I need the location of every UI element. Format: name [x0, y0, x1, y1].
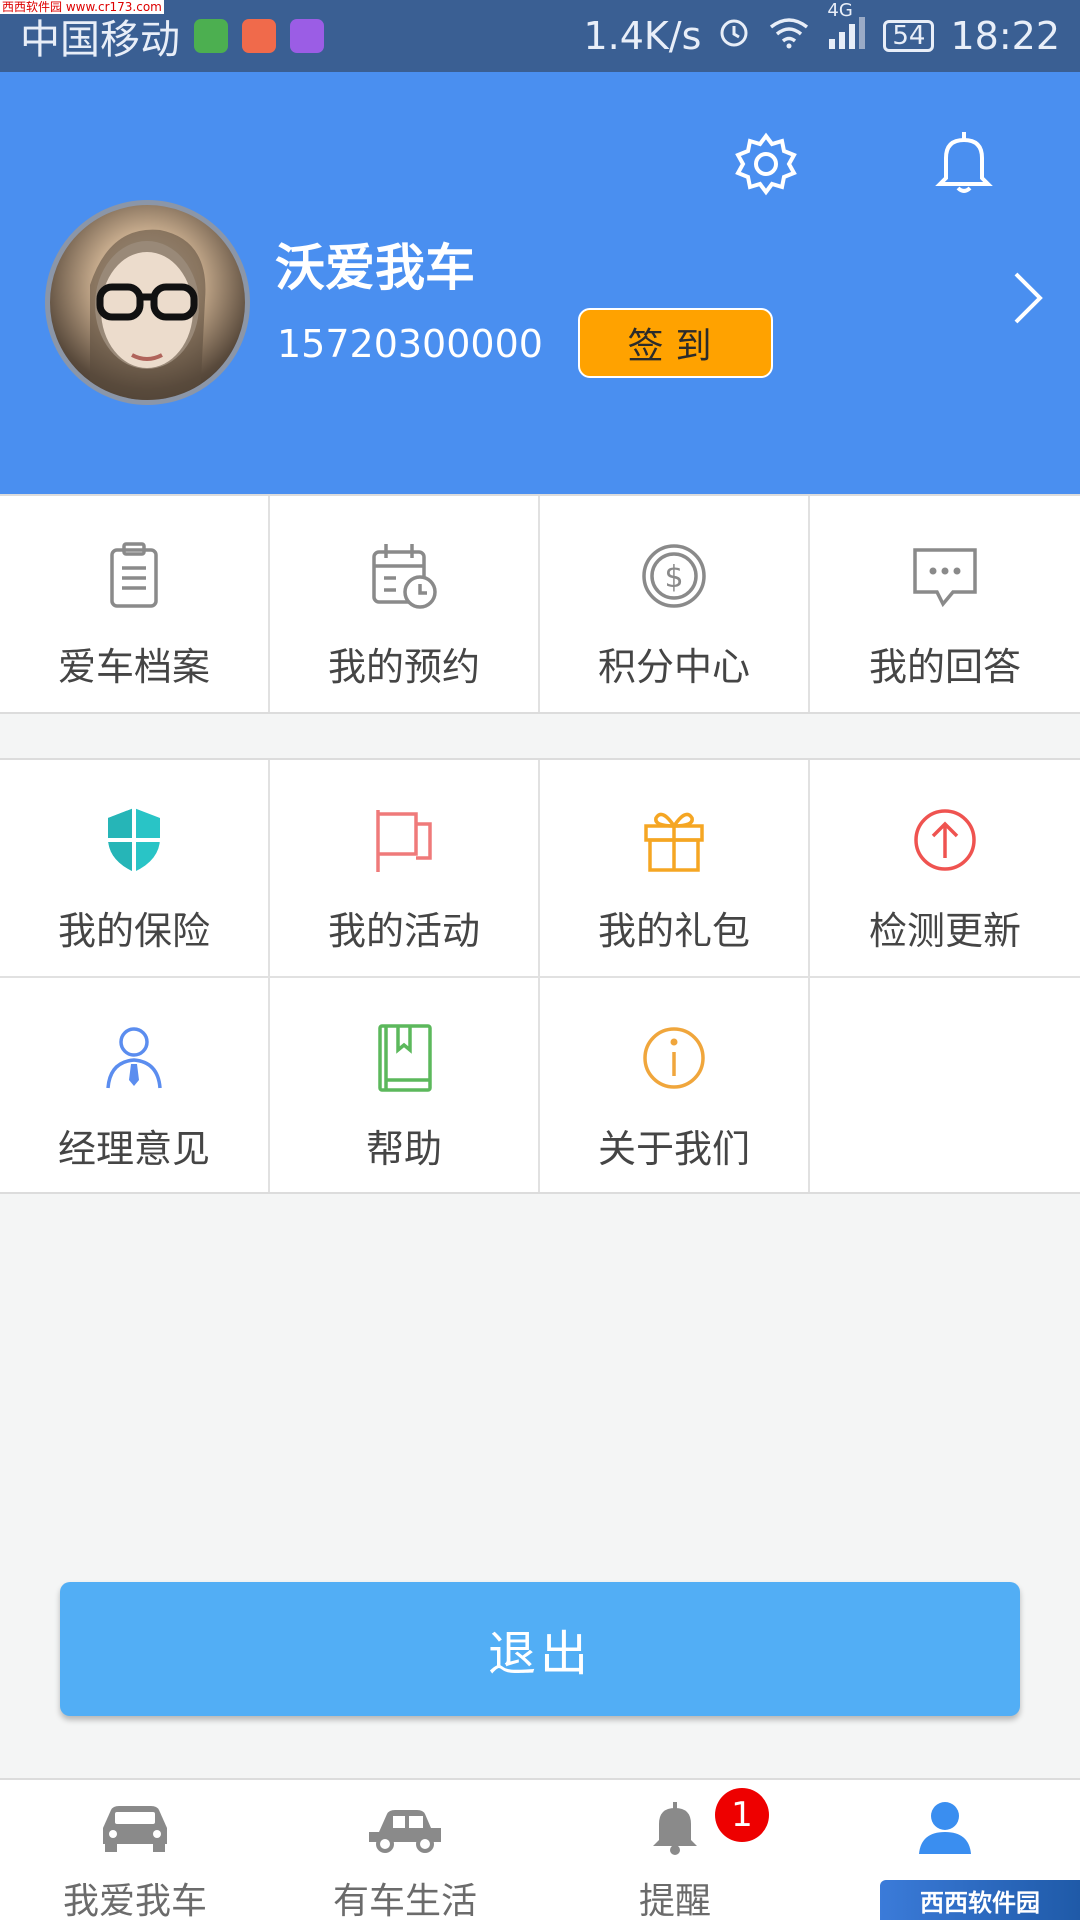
grid-item-label: 检测更新 [868, 909, 1021, 953]
grid-item-manager-feedback[interactable]: 经理意见 [0, 976, 270, 1192]
grid-item-check-update[interactable]: 检测更新 [810, 760, 1080, 976]
shield-icon [96, 802, 172, 882]
grid-item-label: 我的回答 [868, 645, 1021, 689]
grid-item-my-activities[interactable]: 我的活动 [270, 760, 540, 976]
grid-item-help[interactable]: 帮助 [270, 976, 540, 1192]
grid-item-label: 我的保险 [57, 909, 210, 953]
grid-item-label: 经理意见 [57, 1127, 210, 1171]
tab-label: 我爱我车 [62, 1881, 207, 1920]
battery-indicator: 54 [883, 20, 935, 52]
logout-button[interactable]: 退出 [60, 1582, 1020, 1716]
calendar-clock-icon [366, 538, 442, 618]
tab-car-life[interactable]: 有车生活 [270, 1780, 540, 1920]
checkin-button[interactable]: 签到 [578, 308, 773, 378]
profile-header: 沃爱我车 15720300000 签到 [0, 72, 1080, 495]
net-speed: 1.4K/s [583, 14, 702, 58]
user-name: 沃爱我车 [275, 239, 475, 297]
watermark-bottom: 西西软件园 [880, 1880, 1080, 1920]
carrier-label: 中国移动 [20, 17, 180, 63]
user-avatar[interactable] [45, 200, 250, 405]
manager-icon [96, 1020, 172, 1100]
notification-bell-icon[interactable] [932, 128, 996, 200]
health-app-icon [242, 19, 276, 53]
notification-badge: 1 [715, 1788, 769, 1842]
person-icon [905, 1798, 985, 1860]
grid-item-points-center[interactable]: $ 积分中心 [540, 496, 810, 712]
wifi-icon [767, 14, 811, 58]
sedan-icon [365, 1798, 445, 1860]
grid-item-empty [810, 976, 1080, 1192]
status-bar: 西西软件园 www.cr173.com 中国移动 1.4K/s 4G 54 18… [0, 0, 1080, 72]
grid-item-label: 积分中心 [597, 645, 750, 689]
settings-gear-icon[interactable] [732, 130, 800, 202]
chevron-right-icon[interactable] [1010, 268, 1046, 332]
watermark-top: 西西软件园 www.cr173.com [0, 0, 164, 14]
grid-item-label: 关于我们 [597, 1127, 750, 1171]
tab-reminder[interactable]: 提醒 1 [540, 1780, 810, 1920]
book-icon [366, 1020, 442, 1100]
tab-label: 提醒 [638, 1881, 711, 1920]
bell-icon [635, 1798, 715, 1860]
grid-top: 爱车档案 我的预约 $ 积分中心 我的回答 [0, 494, 1080, 714]
grid-item-about-us[interactable]: 关于我们 [540, 976, 810, 1192]
grid-item-label: 我的预约 [327, 645, 480, 689]
tab-label: 有车生活 [332, 1881, 477, 1920]
gallery-app-icon [290, 19, 324, 53]
svg-text:$: $ [664, 560, 683, 595]
alarm-icon [717, 14, 751, 58]
gift-icon [636, 802, 712, 882]
grid-item-label: 帮助 [365, 1127, 442, 1171]
grid-item-car-archive[interactable]: 爱车档案 [0, 496, 270, 712]
grid-item-label: 爱车档案 [57, 645, 210, 689]
signal-icon: 4G [827, 0, 867, 58]
info-circle-icon [636, 1020, 712, 1100]
chat-bubble-icon [907, 538, 983, 618]
grid-item-insurance[interactable]: 我的保险 [0, 760, 270, 976]
grid-item-label: 我的礼包 [597, 909, 750, 953]
grid-item-my-appointment[interactable]: 我的预约 [270, 496, 540, 712]
clipboard-icon [96, 538, 172, 618]
wallet-app-icon [194, 19, 228, 53]
clock: 18:22 [950, 14, 1060, 58]
grid-bottom: 我的保险 我的活动 我的礼包 检测更新 经理意见 帮助 关于我们 [0, 758, 1080, 1194]
grid-item-label: 我的活动 [327, 909, 480, 953]
grid-item-my-answers[interactable]: 我的回答 [810, 496, 1080, 712]
flag-icon [366, 802, 442, 882]
tab-my-car[interactable]: 我爱我车 [0, 1780, 270, 1920]
arrow-up-circle-icon [907, 802, 983, 882]
car-icon [95, 1798, 175, 1860]
user-phone: 15720300000 [277, 322, 543, 366]
grid-item-my-gift[interactable]: 我的礼包 [540, 760, 810, 976]
coin-dollar-icon: $ [636, 538, 712, 618]
bottom-nav: 我爱我车 有车生活 提醒 1 西西软件园 [0, 1778, 1080, 1920]
